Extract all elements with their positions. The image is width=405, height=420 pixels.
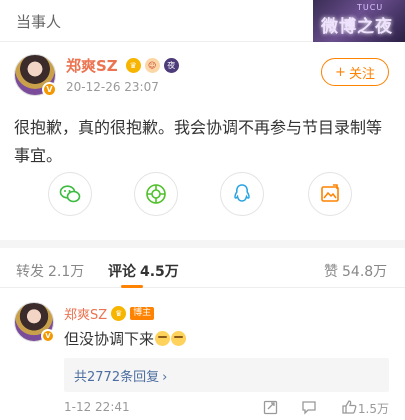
comment-icon[interactable] [300, 398, 318, 416]
section-divider [0, 240, 405, 248]
night-icon: 夜 [163, 57, 179, 73]
comment-author-name[interactable]: 郑爽SZ [64, 304, 107, 323]
verified-badge-icon: V [42, 82, 57, 97]
comment-like-count: 1.5万 [357, 402, 389, 416]
avatar[interactable]: V [14, 54, 57, 97]
author-row: 郑爽SZ ♛ ☺ 夜 [66, 55, 179, 75]
author-badge: 博主 [130, 307, 155, 320]
comment-timestamp: 1-12 22:41 [64, 400, 130, 414]
banner-small-text: TUCU [357, 3, 384, 12]
follow-button[interactable]: + 关注 [321, 58, 389, 86]
plus-icon: + [335, 64, 346, 80]
moments-icon [146, 184, 166, 204]
crown-icon: ♛ [111, 306, 127, 321]
crown-icon: ♛ [125, 57, 141, 73]
share-image-button[interactable] [308, 172, 352, 216]
page-title: 当事人 [16, 13, 62, 31]
tab-comment[interactable]: 评论 4.5万 [108, 261, 179, 281]
comment-count: 4.5万 [140, 264, 179, 280]
active-tab-indicator [121, 285, 143, 288]
share-moments-button[interactable] [134, 172, 178, 216]
replies-label: 共2772条回复 [74, 370, 160, 385]
tab-like[interactable]: 赞 54.8万 [324, 261, 387, 281]
wechat-icon [59, 185, 81, 203]
like-count: 54.8万 [342, 264, 388, 280]
replies-link[interactable]: 共2772条回复 › [64, 358, 389, 392]
chevron-right-icon: › [162, 370, 168, 385]
comment-author-row: 郑爽SZ ♛ 博主 [64, 304, 155, 323]
author-name[interactable]: 郑爽SZ [66, 55, 118, 76]
comment-text: 但没协调下来 [64, 328, 187, 349]
replies-label-wrap: 共2772条回复 › [74, 366, 167, 385]
page-header: 当事人 TUCU 微博之夜 [0, 0, 405, 42]
repost-label: 转发 [16, 264, 44, 280]
stats-tabs: 转发 2.1万 评论 4.5万 赞 54.8万 [0, 252, 405, 288]
image-share-icon [321, 184, 339, 202]
comment-avatar[interactable]: V [14, 302, 55, 343]
share-qq-button[interactable] [220, 172, 264, 216]
banner-title: 微博之夜 [321, 17, 393, 37]
comment-footer: 1-12 22:41 1.5万 [64, 398, 389, 416]
face-icon: ☺ [144, 57, 160, 73]
verified-badge-icon: V [41, 329, 55, 343]
comment-text-content: 但没协调下来 [64, 330, 155, 348]
follow-label: 关注 [348, 66, 375, 82]
repost-count: 2.1万 [48, 264, 85, 280]
qq-icon [234, 184, 250, 202]
sad-face-emoji-icon [171, 331, 187, 346]
post-timestamp: 20-12-26 23:07 [66, 80, 159, 94]
sad-face-emoji-icon [155, 331, 171, 346]
share-wechat-button[interactable] [48, 172, 92, 216]
weibo-night-banner: TUCU 微博之夜 [313, 0, 405, 42]
tab-repost[interactable]: 转发 2.1万 [16, 261, 84, 281]
comment-label: 评论 [108, 264, 136, 280]
post-text: 很抱歉，真的很抱歉。我会协调不再参与节目录制等事宜。 [14, 118, 383, 165]
like-icon[interactable] [340, 398, 358, 416]
share-row [0, 172, 405, 216]
repost-icon[interactable] [262, 398, 280, 416]
like-label: 赞 [324, 264, 338, 280]
